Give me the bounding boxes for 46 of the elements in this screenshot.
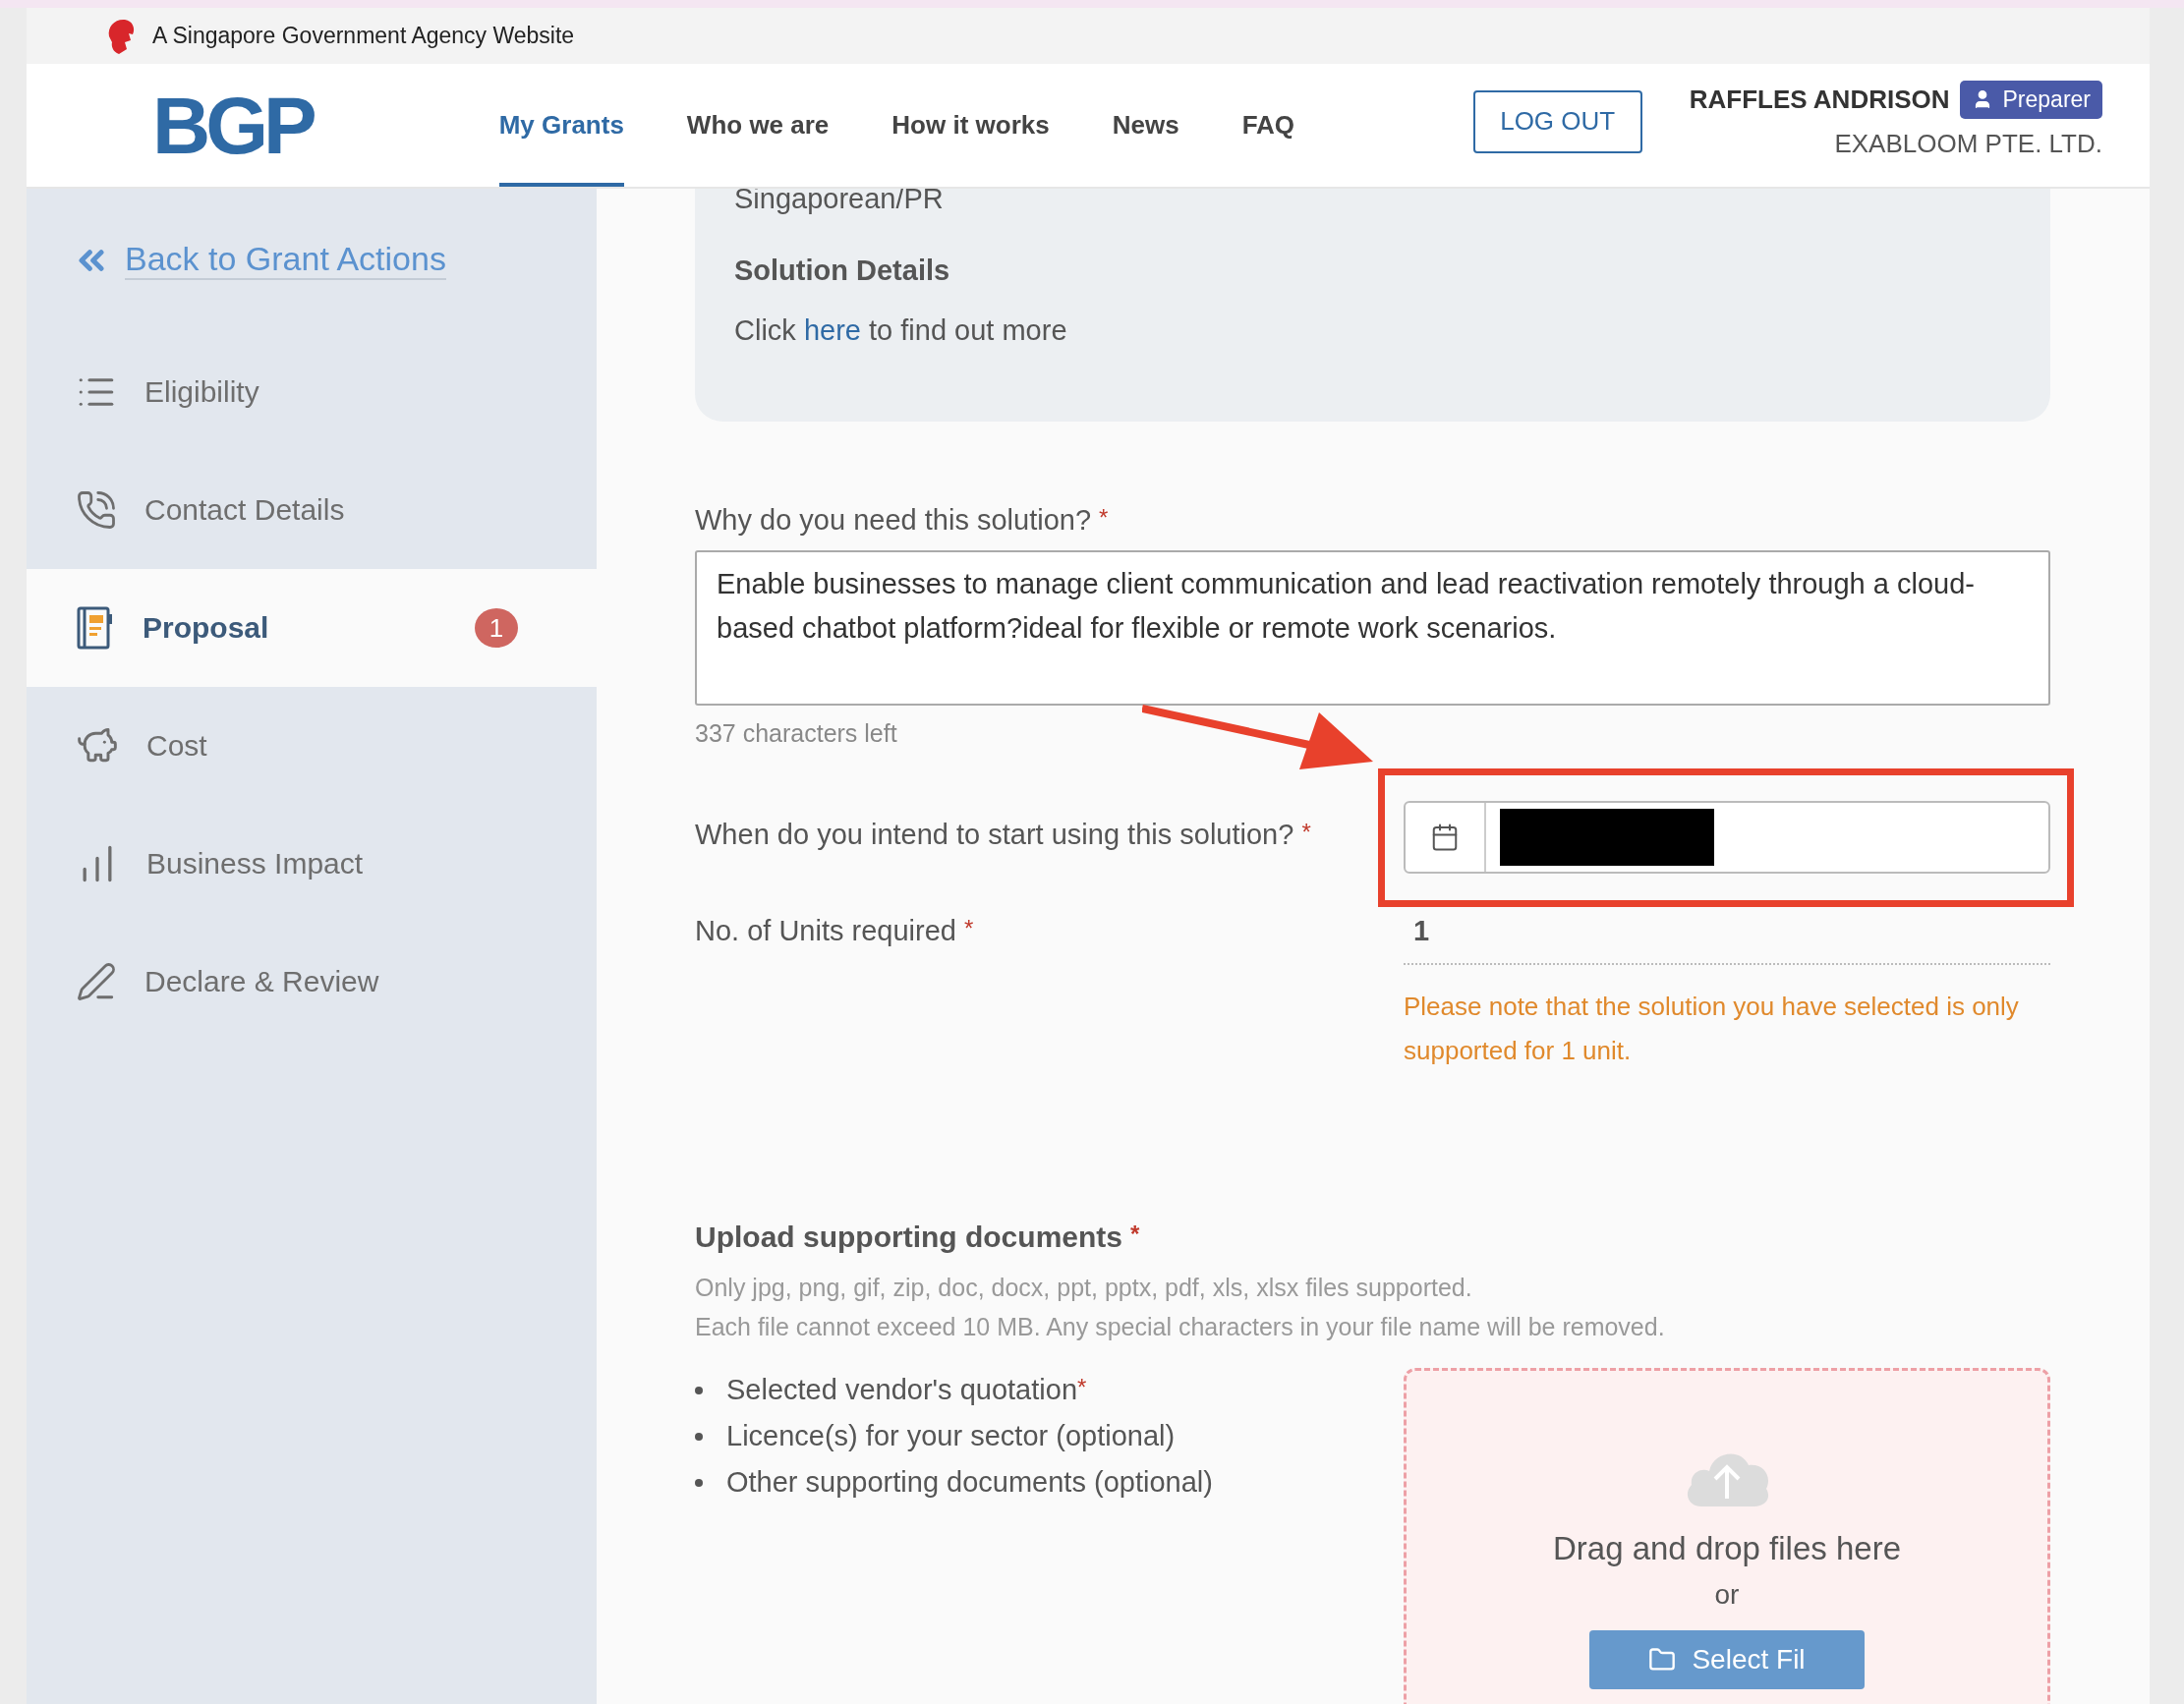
hint-text: Only jpg, png, gif, zip, doc, docx, ppt, pptx, pdf, xls, xlsx files supported. (695, 1273, 1473, 1303)
drop-zone[interactable]: Drag and drop files here or Select Fil (1404, 1368, 2050, 1704)
folder-icon (1648, 1646, 1677, 1674)
units-note: Please note that the solution you have selected is only supported for 1 unit. (1404, 991, 2020, 1067)
document-item: Selected vendor's quotation* (726, 1374, 1087, 1406)
sidebar-item[interactable]: Eligibility (27, 333, 597, 451)
units-value: 1 (1404, 915, 2050, 965)
section-heading: Upload supporting documents * (695, 1221, 1141, 1254)
bullet-icon (695, 1432, 703, 1441)
card-heading: Solution Details (734, 255, 951, 287)
nav-link[interactable]: FAQ (1241, 64, 1295, 187)
hint-text: Each file cannot exceed 10 MB. Any special characters in your file name will be removed. (695, 1312, 1666, 1342)
role-badge: Preparer (1959, 80, 2102, 119)
count-badge: 1 (475, 608, 518, 648)
drop-text: Drag and drop files here (1552, 1530, 1901, 1567)
bullet-icon (695, 1478, 703, 1487)
calendar-icon[interactable] (1430, 823, 1460, 852)
sidebar-item[interactable]: Declare & Review (27, 923, 597, 1041)
phone-icon (76, 489, 117, 531)
field-label: No. of Units required * (695, 915, 975, 947)
pen-icon (76, 961, 117, 1002)
logout-button[interactable]: LOG OUT (1472, 89, 1642, 153)
document-item: Licence(s) for your sector (optional) (726, 1420, 1176, 1452)
bullet-icon (695, 1386, 703, 1394)
date-field[interactable] (1404, 801, 2050, 874)
nav-link[interactable]: How it works (891, 64, 1050, 187)
agency-banner-text: A Singapore Government Agency Website (152, 23, 575, 49)
info-sentence: Click here to find out more (734, 314, 1068, 347)
document-item: Other supporting documents (optional) (726, 1466, 1213, 1499)
nav-link[interactable]: News (1112, 64, 1179, 187)
notebook-icon (76, 606, 115, 650)
character-counter: 337 characters left (695, 719, 898, 748)
field-label: When do you intend to start using this solution? * (695, 819, 1312, 851)
select-file-button[interactable]: Select Fil (1589, 1630, 1865, 1689)
field-label: Why do you need this solution? * (695, 504, 1110, 537)
sidebar-item[interactable]: Business Impact (27, 805, 597, 923)
company-name: EXABLOOM PTE. LTD. (1834, 128, 2102, 159)
nav-link[interactable]: Who we are (686, 64, 830, 187)
sidebar-item[interactable]: Cost (27, 687, 597, 805)
here-link[interactable]: here (803, 314, 861, 346)
reason-textarea[interactable]: Enable businesses to manage client communication and lead reactivation remotely through a cloud-based chatbot platform?ideal for flexible or remote work scenarios. (695, 550, 2050, 706)
user-name: RAFFLES ANDRISON (1689, 84, 1950, 115)
or-text: or (1714, 1579, 1740, 1611)
sidebar-item[interactable]: Contact Details (27, 451, 597, 569)
bgp-logo: BGP (152, 79, 315, 172)
sidebar-item[interactable]: Proposal 1 (27, 569, 597, 687)
